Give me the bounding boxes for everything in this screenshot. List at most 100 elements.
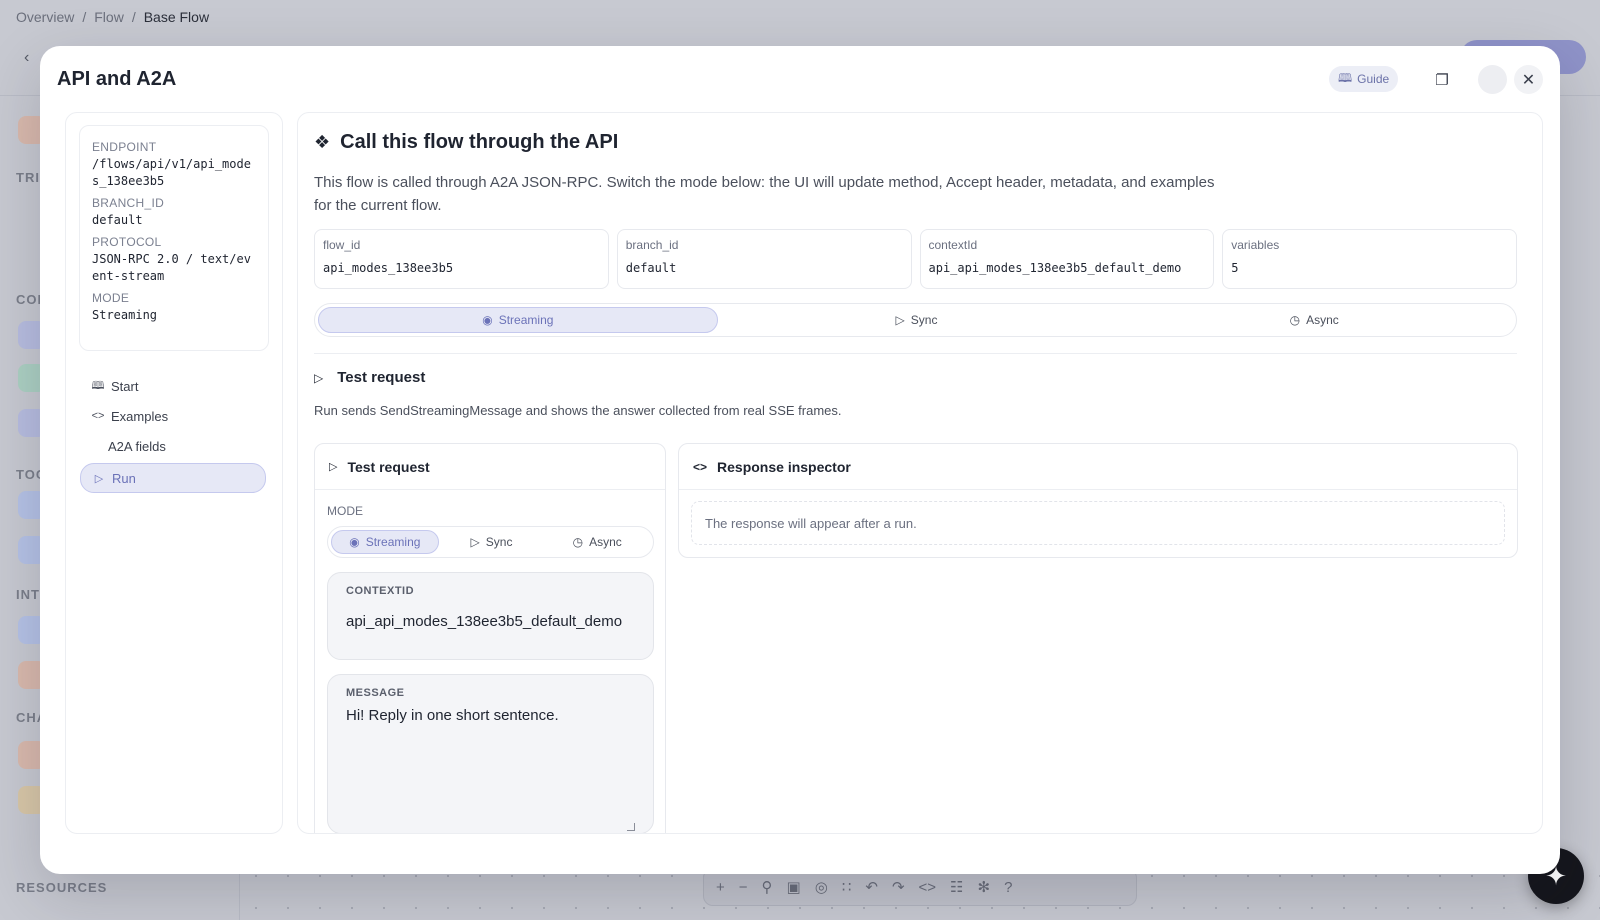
play-icon: ▷: [314, 370, 324, 385]
nav-label: Examples: [111, 408, 169, 424]
response-inspector: <> Response inspector The response will …: [678, 443, 1518, 558]
field-flow-id: flow_id api_modes_138ee3b5: [314, 229, 609, 289]
message-value: Hi! Reply in one short sentence.: [346, 707, 559, 724]
protocol-value: JSON-RPC 2.0 / text/event-stream: [92, 252, 251, 283]
close-button[interactable]: ✕: [1514, 65, 1543, 94]
breadcrumb-overview[interactable]: Overview: [16, 9, 74, 25]
endpoint-key: ENDPOINT: [92, 140, 157, 154]
divider: [314, 353, 1517, 354]
breadcrumb-current: Base Flow: [143, 9, 210, 25]
test-request-card: ▷ Test request MODE ◉ Streaming ▷ Sync ◷…: [314, 443, 666, 833]
branch-value: default: [92, 213, 143, 227]
undo-icon[interactable]: ↶: [865, 878, 878, 896]
network-icon[interactable]: ✻: [978, 878, 991, 896]
section-title-text: Call this flow through the API: [340, 131, 619, 153]
branch-key: BRANCH_ID: [92, 196, 165, 210]
field-key: branch_id: [625, 238, 679, 252]
zoom-in-icon[interactable]: +: [716, 879, 725, 896]
endpoint-value: /flows/api/v1/api_modes_138ee3b5: [92, 157, 251, 188]
context-id-value: api_api_modes_138ee3b5_default_demo: [346, 613, 623, 630]
response-card-header: <> Response inspector: [679, 444, 1517, 490]
fit-view-icon[interactable]: ▣: [787, 878, 801, 896]
book-icon: 🕮: [1338, 70, 1353, 85]
radio-icon: ◉: [349, 535, 360, 549]
field-branch-id: branch_id default: [616, 229, 912, 289]
breadcrumb-flow[interactable]: Flow: [94, 9, 124, 25]
back-arrow-icon[interactable]: ‹: [24, 49, 29, 67]
tree-icon[interactable]: ☷: [950, 878, 963, 896]
mode-label: Streaming: [365, 535, 421, 549]
modal-title: API and A2A: [57, 68, 177, 90]
field-key: contextId: [928, 238, 978, 252]
grid-icon[interactable]: ∷: [842, 878, 852, 896]
section-nav: 🕮 Start <> Examples A2A fields ▷ Run: [80, 371, 266, 493]
field-value: api_modes_138ee3b5: [323, 261, 454, 275]
clock-icon: ◷: [1289, 313, 1301, 327]
field-key: flow_id: [323, 238, 361, 252]
code-icon[interactable]: <>: [919, 879, 937, 896]
mode-tab-streaming[interactable]: ◉ Streaming: [318, 307, 718, 333]
mode-label: Async: [1306, 313, 1339, 327]
nav-label: A2A fields: [108, 438, 166, 454]
nav-item-a2a-fields[interactable]: A2A fields: [80, 431, 266, 461]
clock-icon: ◷: [572, 535, 584, 549]
message-label: MESSAGE: [346, 687, 405, 699]
nav-item-start[interactable]: 🕮 Start: [80, 371, 266, 401]
guide-button[interactable]: 🕮 Guide: [1329, 66, 1399, 92]
section-description: This flow is called through A2A JSON-RPC…: [314, 174, 1215, 214]
mode-label: Async: [589, 535, 622, 549]
book-icon: 🕮: [91, 379, 105, 392]
mode-tab-async[interactable]: ◷ Async: [1115, 307, 1513, 333]
mode-value: Streaming: [92, 308, 158, 322]
api-modal: API and A2A 🕮 Guide ❐ ✕ ENDPOINT /flows/…: [40, 46, 1560, 874]
avatar-button[interactable]: [1478, 65, 1507, 94]
response-empty-state: The response will appear after a run.: [691, 501, 1505, 545]
breadcrumb: Overview / Flow / Base Flow: [16, 9, 210, 25]
request-mode-streaming[interactable]: ◉ Streaming: [331, 530, 439, 554]
resize-handle-icon[interactable]: [627, 823, 635, 831]
message-textarea[interactable]: MESSAGE Hi! Reply in one short sentence.: [327, 674, 654, 833]
protocol-key: PROTOCOL: [92, 235, 162, 249]
resources-label: RESOURCES: [16, 880, 108, 895]
context-id-field[interactable]: CONTEXTID api_api_modes_138ee3b5_default…: [327, 572, 654, 660]
search-icon[interactable]: ⚲: [762, 878, 773, 896]
redo-icon[interactable]: ↷: [892, 878, 905, 896]
request-mode-async[interactable]: ◷ Async: [544, 530, 650, 554]
test-request-toggle[interactable]: ▷ Test request: [314, 369, 425, 386]
send-icon: ▷: [895, 313, 905, 327]
field-value: default: [625, 261, 677, 275]
mode-label: Sync: [485, 535, 513, 549]
request-card-header: ▷ Test request: [315, 444, 665, 490]
mode-label: Sync: [910, 313, 938, 327]
copy-icon[interactable]: ❐: [1430, 68, 1454, 92]
nav-label: Start: [111, 378, 139, 394]
code-icon: <>: [91, 410, 105, 422]
play-icon: ▷: [329, 461, 338, 473]
endpoint-info-card: ENDPOINT /flows/api/v1/api_modes_138ee3b…: [79, 125, 269, 351]
radio-icon: ◉: [482, 313, 493, 327]
play-icon: ▷: [94, 472, 104, 485]
nav-item-examples[interactable]: <> Examples: [80, 401, 266, 431]
field-value: api_api_modes_138ee3b5_default_demo: [928, 261, 1182, 275]
nav-item-run[interactable]: ▷ Run: [80, 463, 266, 493]
request-card-title: Test request: [347, 458, 430, 475]
guide-label: Guide: [1357, 72, 1390, 86]
flow-fields: flow_id api_modes_138ee3b5 branch_id def…: [314, 229, 1517, 289]
request-mode-sync[interactable]: ▷ Sync: [439, 530, 545, 554]
move-icon: ❖: [314, 132, 331, 152]
sidebar-label: TRI: [16, 170, 40, 185]
zoom-out-icon[interactable]: −: [739, 879, 748, 896]
target-icon[interactable]: ◎: [815, 878, 828, 896]
field-variables: variables 5: [1222, 229, 1517, 289]
help-icon[interactable]: ?: [1004, 879, 1012, 896]
field-key: variables: [1231, 238, 1280, 252]
left-panel: ENDPOINT /flows/api/v1/api_modes_138ee3b…: [65, 112, 283, 834]
main-panel: ❖ Call this flow through the API This fl…: [297, 112, 1543, 834]
request-mode-label: MODE: [327, 504, 363, 518]
section-title: ❖ Call this flow through the API: [314, 131, 618, 154]
response-card-title: Response inspector: [717, 458, 851, 475]
test-request-title: Test request: [337, 369, 426, 386]
context-id-label: CONTEXTID: [346, 585, 415, 597]
mode-tab-sync[interactable]: ▷ Sync: [718, 307, 1116, 333]
nav-label: Run: [112, 470, 136, 486]
